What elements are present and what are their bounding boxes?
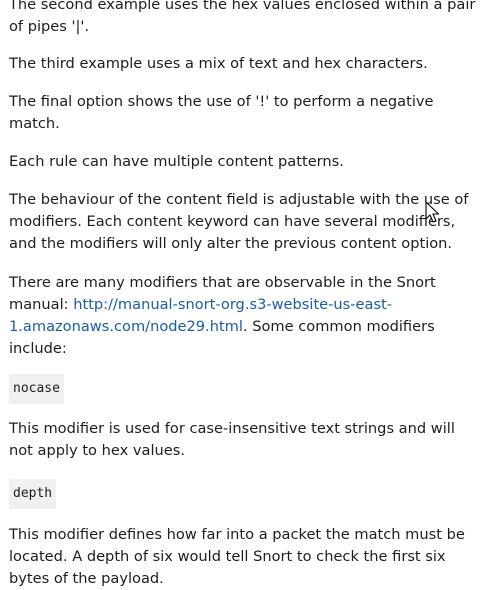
code-block-depth-wrapper: depth — [9, 479, 479, 509]
code-block-nocase-wrapper: nocase — [9, 374, 479, 404]
paragraph-many-modifiers: There are many modifiers that are observ… — [9, 272, 479, 360]
paragraph-depth-description: This modifier defines how far into a pac… — [9, 526, 465, 587]
article-body: The second example uses the hex values e… — [9, 0, 479, 590]
paragraph-nocase-description: This modifier is used for case-insensiti… — [9, 420, 455, 459]
code-nocase: nocase — [9, 374, 64, 404]
paragraph-final-option: The final option shows the use of '!' to… — [9, 93, 434, 132]
code-depth: depth — [9, 479, 57, 509]
paragraph-third-example: The third example uses a mix of text and… — [9, 55, 428, 72]
paragraph-multiple-patterns: Each rule can have multiple content patt… — [9, 153, 344, 170]
paragraph-second-example: The second example uses the hex values e… — [9, 0, 476, 35]
mouse-pointer-icon — [425, 201, 440, 223]
paragraph-behaviour: The behaviour of the content field is ad… — [9, 191, 469, 252]
